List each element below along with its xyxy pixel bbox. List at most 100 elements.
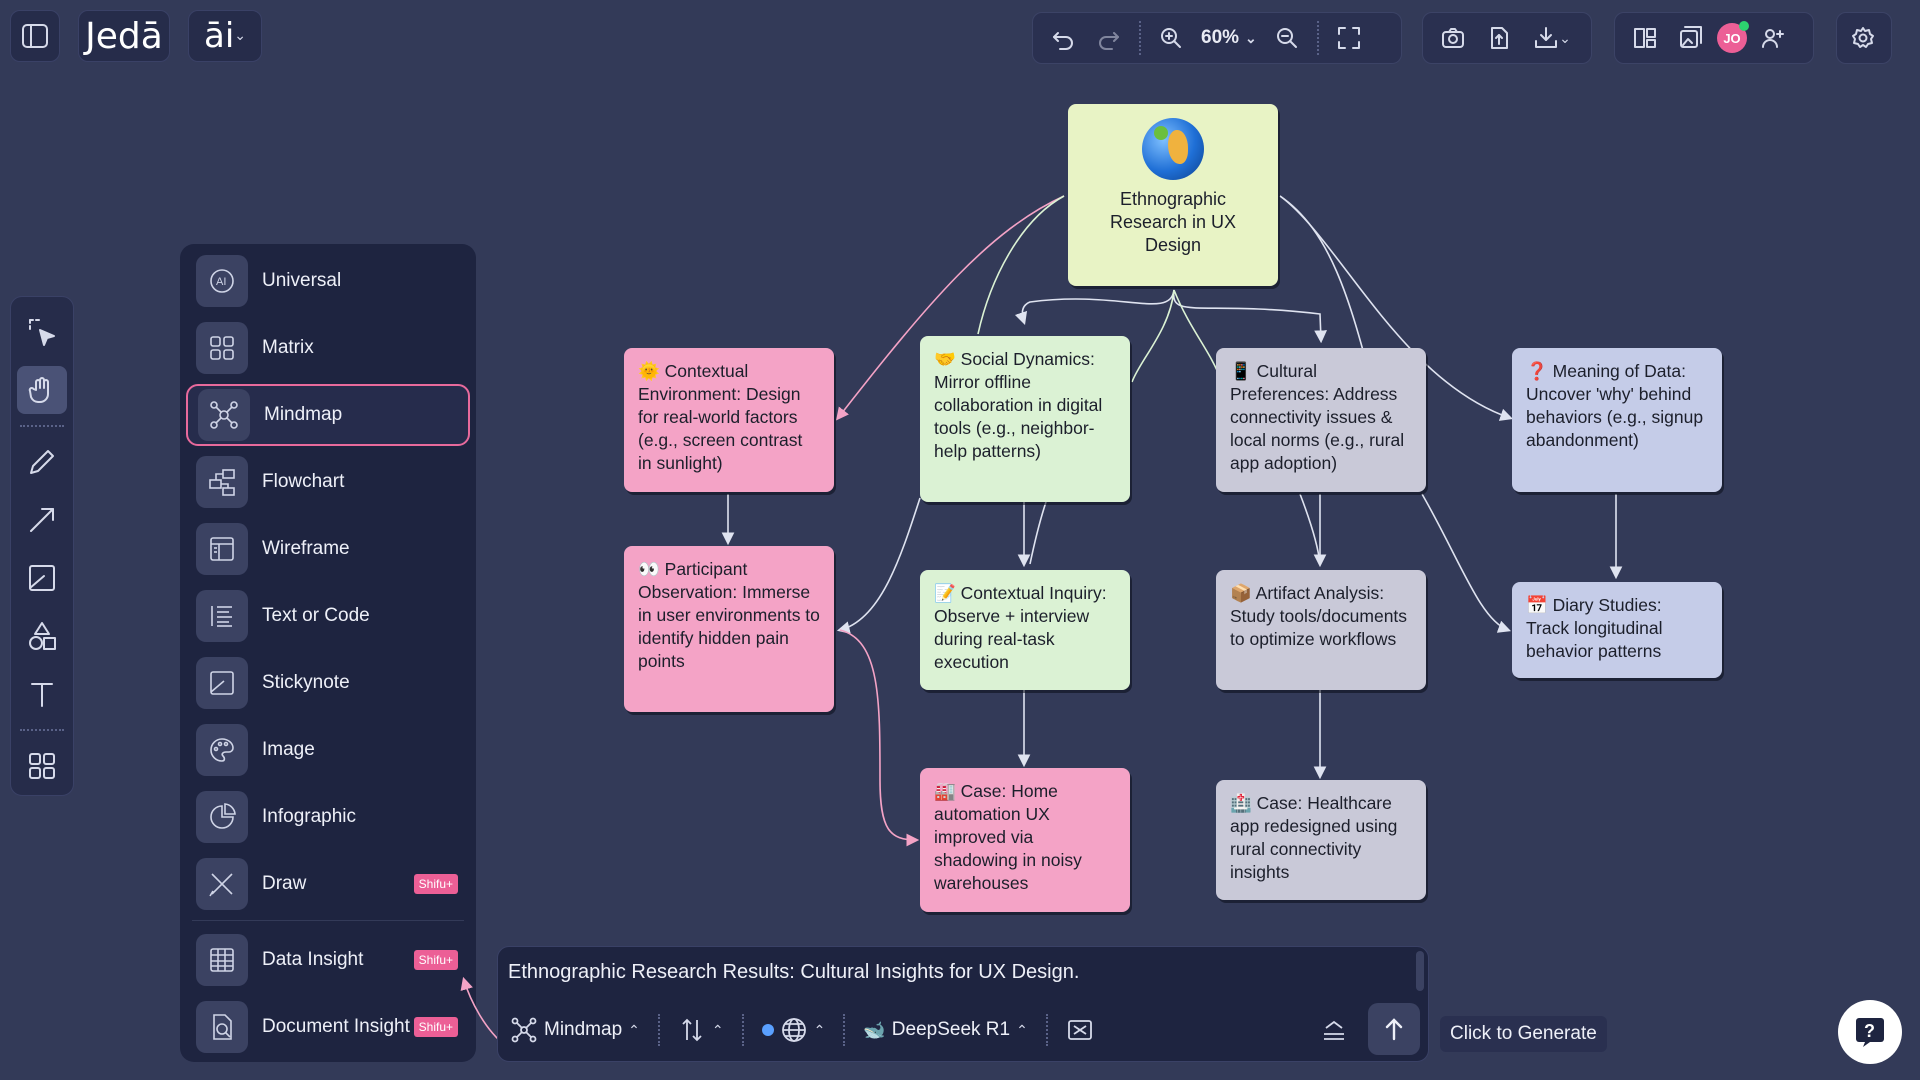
grid-icon — [29, 753, 55, 779]
svg-text:?: ? — [1864, 1021, 1875, 1041]
generate-tooltip: Click to Generate — [1440, 1016, 1607, 1052]
mindmap-node-artifact-analysis[interactable]: 📦 Artifact Analysis: Study tools/documen… — [1216, 570, 1426, 690]
chevron-down-icon: ⌄ — [1245, 29, 1257, 46]
menu-item-text-or-code[interactable]: Text or Code — [186, 585, 470, 647]
node-label: 🤝 Social Dynamics: Mirror offline collab… — [934, 349, 1103, 461]
direction-selector[interactable]: ⌃ — [678, 1016, 724, 1044]
mode-selector[interactable]: Mindmap ⌃ — [510, 1016, 640, 1044]
menu-item-label: Universal — [262, 270, 342, 291]
select-tool[interactable] — [17, 308, 67, 356]
zoom-level-dropdown[interactable]: 60% ⌄ — [1197, 27, 1261, 49]
app-logo[interactable]: Jedā — [78, 10, 170, 62]
text-tool[interactable] — [17, 670, 67, 718]
gallery-button[interactable] — [1671, 18, 1711, 58]
model-selector[interactable]: 🐋 DeepSeek R1 ⌃ — [863, 1019, 1027, 1041]
menu-item-wireframe[interactable]: Wireframe — [186, 518, 470, 580]
layout-toggle-button[interactable] — [1625, 18, 1665, 58]
menu-item-document-insight[interactable]: Document Insight Shifu+ — [186, 996, 470, 1058]
wireframe-icon — [196, 523, 248, 575]
ai-menu-button[interactable]: āi ⌄ — [188, 10, 262, 62]
select-cursor-icon — [29, 319, 55, 346]
node-label: 🏭 Case: Home automation UX improved via … — [934, 781, 1082, 893]
toolbar-divider — [1316, 21, 1319, 55]
shapes-tool[interactable] — [17, 612, 67, 660]
chevron-up-icon: ⌃ — [1016, 1021, 1028, 1038]
node-label: 👀 Participant Observation: Immerse in us… — [638, 559, 820, 671]
menu-item-flowchart[interactable]: Flowchart — [186, 451, 470, 513]
zoom-in-icon — [1161, 28, 1181, 48]
attach-context-button[interactable] — [1066, 1016, 1094, 1044]
gear-icon — [1852, 27, 1874, 48]
help-icon: ? — [1856, 1018, 1884, 1047]
language-selector[interactable]: ⌃ — [761, 1016, 825, 1044]
menu-item-universal[interactable]: AI Universal — [186, 250, 470, 312]
menu-item-infographic[interactable]: Infographic — [186, 786, 470, 848]
menu-divider — [192, 920, 464, 921]
mindmap-root-node[interactable]: Ethnographic Research in UX Design — [1068, 104, 1278, 286]
zoom-out-button[interactable] — [1267, 18, 1307, 58]
menu-item-label: Draw — [262, 873, 307, 894]
zoom-in-button[interactable] — [1151, 18, 1191, 58]
premium-badge: Shifu+ — [413, 1017, 458, 1037]
mindmap-node-meaning-of-data[interactable]: ❓ Meaning of Data: Uncover 'why' behind … — [1512, 348, 1722, 492]
menu-item-data-insight[interactable]: Data Insight Shifu+ — [186, 929, 470, 991]
menu-item-label: Wireframe — [262, 538, 350, 559]
mindmap-node-case-home-automation[interactable]: 🏭 Case: Home automation UX improved via … — [920, 768, 1130, 912]
node-label: 📅 Diary Studies: Track longitudinal beha… — [1526, 595, 1663, 661]
redo-button[interactable] — [1089, 18, 1129, 58]
add-user-icon — [1762, 29, 1784, 48]
zoom-out-icon — [1276, 28, 1297, 48]
chevron-up-icon: ⌃ — [711, 1021, 724, 1038]
mindmap-node-diary-studies[interactable]: 📅 Diary Studies: Track longitudinal beha… — [1512, 582, 1722, 678]
sidebar-toggle-icon — [22, 24, 48, 48]
arrow-up-icon — [1385, 1018, 1403, 1041]
premium-badge: Shifu+ — [413, 874, 458, 894]
chevron-down-icon: ⌄ — [234, 28, 246, 44]
mindmap-node-contextual-environment[interactable]: 🌞 Contextual Environment: Design for rea… — [624, 348, 834, 492]
prompt-controls: Mindmap ⌃ ⌃ ⌃ 🐋 DeepSeek R1 ⌃ — [498, 1009, 1428, 1051]
hand-icon — [28, 377, 49, 403]
menu-item-label: Stickynote — [262, 672, 350, 693]
undo-button[interactable] — [1043, 18, 1083, 58]
fullscreen-icon — [1337, 27, 1360, 49]
apps-tool[interactable] — [17, 742, 67, 790]
generate-button[interactable] — [1368, 1003, 1420, 1055]
help-button[interactable]: ? — [1838, 1000, 1902, 1064]
prompt-input[interactable]: Ethnographic Research Results: Cultural … — [508, 961, 1079, 984]
menu-item-image[interactable]: Image — [186, 719, 470, 781]
model-label: DeepSeek R1 — [891, 1019, 1011, 1040]
pen-tool[interactable] — [17, 438, 67, 486]
menu-item-matrix[interactable]: Matrix — [186, 317, 470, 379]
mindmap-node-participant-observation[interactable]: 👀 Participant Observation: Immerse in us… — [624, 546, 834, 712]
add-user-button[interactable] — [1753, 18, 1793, 58]
fit-screen-button[interactable] — [1329, 18, 1369, 58]
upload-button[interactable] — [1479, 18, 1519, 58]
menu-item-stickynote[interactable]: Stickynote — [186, 652, 470, 714]
mindmap-node-social-dynamics[interactable]: 🤝 Social Dynamics: Mirror offline collab… — [920, 336, 1130, 502]
sticky-note-tool[interactable] — [17, 554, 67, 602]
prompt-scrollbar[interactable] — [1416, 951, 1424, 991]
menu-item-mindmap[interactable]: Mindmap — [186, 384, 470, 446]
sidebar-toggle-button[interactable] — [10, 10, 60, 62]
arrow-tool[interactable] — [17, 496, 67, 544]
settings-button[interactable] — [1843, 18, 1883, 58]
swap-vertical-icon — [682, 1018, 702, 1042]
avatar-initials: JO — [1723, 30, 1741, 46]
toolbar-divider — [741, 1014, 744, 1046]
view-user-toolbar: JO — [1614, 12, 1814, 64]
hand-tool[interactable] — [17, 366, 67, 414]
menu-item-draw[interactable]: Draw Shifu+ — [186, 853, 470, 915]
mode-label: Mindmap — [544, 1019, 623, 1040]
canvas-tools — [10, 296, 74, 796]
mindmap-node-case-healthcare[interactable]: 🏥 Case: Healthcare app redesigned using … — [1216, 780, 1426, 900]
redo-icon — [1099, 32, 1119, 50]
whale-icon: 🐋 — [863, 1019, 886, 1040]
collapse-button[interactable] — [1320, 1016, 1348, 1044]
screenshot-button[interactable] — [1433, 18, 1473, 58]
mindmap-node-cultural-preferences[interactable]: 📱 Cultural Preferences: Address connecti… — [1216, 348, 1426, 492]
mindmap-node-contextual-inquiry[interactable]: 📝 Contextual Inquiry: Observe + intervie… — [920, 570, 1130, 690]
spreadsheet-icon — [196, 934, 248, 986]
history-zoom-toolbar: 60% ⌄ — [1032, 12, 1402, 64]
download-button[interactable]: ⌄ — [1525, 18, 1579, 58]
avatar[interactable]: JO — [1717, 21, 1749, 53]
